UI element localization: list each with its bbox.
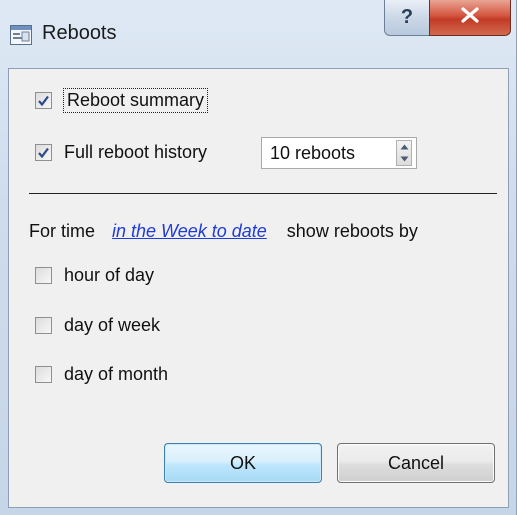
section-divider xyxy=(29,193,497,194)
reboot-count-spinner[interactable]: 10 reboots xyxy=(261,137,417,169)
reboots-dialog: Reboots ? Reboot summary Full reboot his… xyxy=(0,0,517,515)
title-bar[interactable]: Reboots ? xyxy=(0,0,517,68)
full-reboot-history-option[interactable]: Full reboot history xyxy=(35,142,207,163)
day-of-week-checkbox[interactable] xyxy=(35,317,52,334)
hour-of-day-label: hour of day xyxy=(64,265,155,285)
group-by-week-option[interactable]: day of week xyxy=(35,315,160,336)
reboot-summary-checkbox[interactable] xyxy=(35,92,52,109)
day-of-week-label: day of week xyxy=(64,315,161,335)
cancel-button[interactable]: Cancel xyxy=(337,443,495,483)
full-reboot-history-checkbox[interactable] xyxy=(35,144,52,161)
spin-down-icon[interactable] xyxy=(400,156,409,162)
dialog-content: Reboot summary Full reboot history 10 re… xyxy=(8,68,509,508)
close-icon xyxy=(460,7,480,28)
time-filter-suffix: show reboots by xyxy=(286,221,418,241)
help-button[interactable]: ? xyxy=(384,0,430,36)
spin-up-icon[interactable] xyxy=(400,144,409,150)
time-filter-prefix: For time xyxy=(29,221,96,241)
group-by-hour-option[interactable]: hour of day xyxy=(35,265,154,286)
day-of-month-label: day of month xyxy=(64,364,169,384)
help-icon: ? xyxy=(400,6,414,28)
day-of-month-checkbox[interactable] xyxy=(35,366,52,383)
checkmark-icon xyxy=(38,147,49,159)
group-by-month-option[interactable]: day of month xyxy=(35,364,168,385)
close-button[interactable] xyxy=(429,0,511,36)
reboot-summary-option[interactable]: Reboot summary xyxy=(35,88,209,113)
full-reboot-history-label: Full reboot history xyxy=(64,142,208,162)
ok-button[interactable]: OK xyxy=(164,443,322,483)
reboot-count-value[interactable]: 10 reboots xyxy=(262,143,396,164)
checkmark-icon xyxy=(38,95,49,107)
hour-of-day-checkbox[interactable] xyxy=(35,267,52,284)
window-app-icon xyxy=(10,25,32,45)
reboot-summary-label: Reboot summary xyxy=(62,88,209,113)
time-period-link[interactable]: in the Week to date xyxy=(112,221,267,242)
time-filter-row: For time in the Week to date show reboot… xyxy=(29,221,418,242)
spinner-arrows[interactable] xyxy=(396,140,412,166)
window-title: Reboots xyxy=(42,22,117,44)
